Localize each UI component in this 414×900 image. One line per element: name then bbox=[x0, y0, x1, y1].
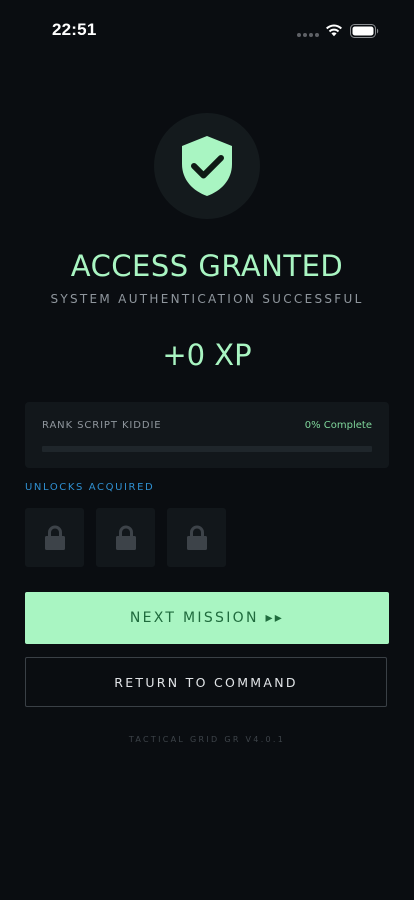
signal-dots-icon bbox=[297, 33, 319, 37]
page-title: ACCESS GRANTED bbox=[70, 249, 344, 283]
page-subtitle: SYSTEM AUTHENTICATION SUCCESSFUL bbox=[50, 292, 364, 306]
rank-card: RANK SCRIPT KIDDIE 0% Complete bbox=[25, 402, 389, 468]
lock-icon bbox=[44, 525, 65, 550]
shield-badge bbox=[154, 113, 260, 219]
unlocks-heading: UNLOCKS ACQUIRED bbox=[25, 482, 155, 493]
version-label: TACTICAL GRID GR V4.0.1 bbox=[128, 735, 286, 744]
xp-earned: +0 XP bbox=[162, 338, 252, 372]
status-time: 22:51 bbox=[52, 20, 97, 39]
unlocks-row bbox=[25, 508, 226, 567]
return-to-command-button[interactable]: RETURN TO COMMAND bbox=[25, 657, 387, 707]
rank-progress-text: 0% Complete bbox=[304, 420, 372, 431]
rank-label: RANK SCRIPT KIDDIE bbox=[42, 420, 162, 431]
rank-progress-bar bbox=[42, 446, 372, 452]
battery-icon bbox=[350, 24, 379, 38]
unlock-slot bbox=[25, 508, 84, 567]
unlock-slot bbox=[96, 508, 155, 567]
next-mission-button[interactable]: NEXT MISSION ▸▸ bbox=[25, 592, 389, 644]
status-bar: 22:51 bbox=[0, 0, 414, 60]
lock-icon bbox=[115, 525, 136, 550]
shield-check-icon bbox=[182, 136, 232, 196]
wifi-icon bbox=[326, 24, 342, 37]
unlock-slot bbox=[167, 508, 226, 567]
lock-icon bbox=[186, 525, 207, 550]
